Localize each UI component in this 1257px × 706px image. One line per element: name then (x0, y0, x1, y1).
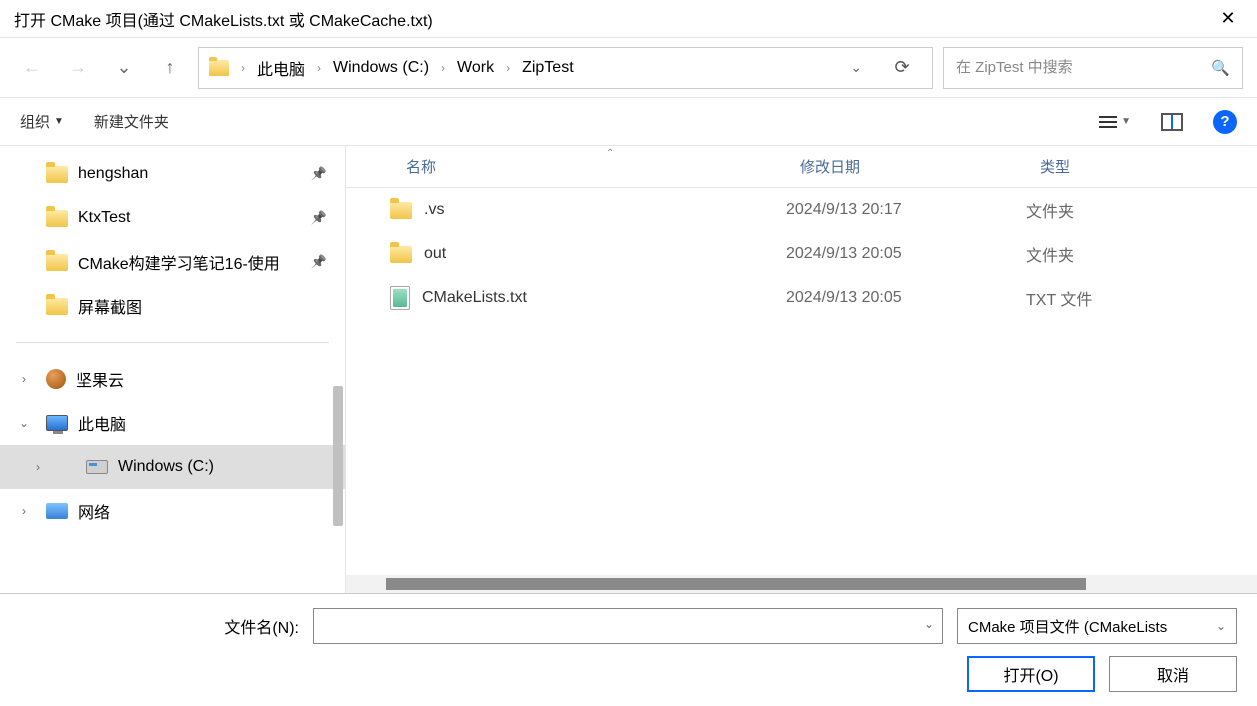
folder-icon (46, 254, 68, 271)
chevron-right-icon[interactable]: › (16, 504, 32, 518)
breadcrumb-item[interactable]: ZipTest (522, 59, 574, 77)
file-row[interactable]: CMakeLists.txt 2024/9/13 20:05 TXT 文件 (346, 276, 1257, 320)
preview-pane-toggle[interactable] (1161, 113, 1183, 131)
chevron-right-icon: › (506, 61, 510, 75)
dialog-title: 打开 CMake 项目(通过 CMakeLists.txt 或 CMakeCac… (14, 7, 1213, 31)
file-row[interactable]: out 2024/9/13 20:05 文件夹 (346, 232, 1257, 276)
folder-icon (46, 210, 68, 227)
file-list-pane: ⌃ 名称 修改日期 类型 .vs 2024/9/13 20:17 文件夹 out… (346, 146, 1257, 593)
sidebar-scrollbar[interactable] (333, 386, 343, 526)
chevron-right-icon[interactable]: › (16, 372, 32, 386)
sidebar-pinned-item[interactable]: KtxTest (0, 196, 345, 240)
help-button[interactable]: ? (1213, 110, 1237, 134)
folder-icon (390, 202, 412, 219)
sidebar-pinned-item[interactable]: CMake构建学习笔记16-使用 (0, 240, 345, 284)
chevron-down-icon[interactable]: ⌄ (16, 416, 32, 430)
chevron-right-icon[interactable]: › (30, 460, 46, 474)
sidebar-tree-item[interactable]: ›坚果云 (0, 357, 345, 401)
organize-menu[interactable]: 组织▼ (20, 111, 64, 132)
drive-icon (86, 460, 108, 474)
chevron-down-icon: ⌄ (1216, 619, 1226, 633)
network-icon (46, 503, 68, 519)
folder-icon (46, 166, 68, 183)
back-button[interactable]: ← (14, 50, 50, 86)
sidebar-tree-item[interactable]: ⌄此电脑 (0, 401, 345, 445)
chevron-right-icon: › (317, 61, 321, 75)
close-button[interactable]: ✕ (1213, 8, 1243, 29)
list-view-icon (1099, 116, 1117, 128)
filename-input-wrap: ⌄ (313, 608, 943, 644)
column-date[interactable]: 修改日期 (786, 156, 1026, 177)
folder-icon (46, 298, 68, 315)
scrollbar-thumb[interactable] (386, 578, 1086, 590)
navigation-sidebar: hengshan KtxTest CMake构建学习笔记16-使用 屏幕截图 ›… (0, 146, 346, 593)
column-headers: ⌃ 名称 修改日期 类型 (346, 146, 1257, 188)
up-button[interactable]: ↑ (152, 50, 188, 86)
filename-input[interactable] (322, 609, 934, 643)
divider (16, 342, 329, 343)
search-box[interactable]: 🔍 (943, 47, 1243, 89)
view-menu[interactable]: ▼ (1099, 116, 1131, 128)
sidebar-pinned-item[interactable]: hengshan (0, 152, 345, 196)
breadcrumb-item[interactable]: Windows (C:) (333, 59, 429, 77)
horizontal-scrollbar[interactable] (346, 575, 1257, 593)
cancel-button[interactable]: 取消 (1109, 656, 1237, 692)
chevron-right-icon: › (241, 61, 245, 75)
column-type[interactable]: 类型 (1026, 156, 1257, 177)
search-icon[interactable]: 🔍 (1211, 59, 1230, 77)
sidebar-tree-item[interactable]: ›网络 (0, 489, 345, 533)
toolbar: 组织▼ 新建文件夹 ▼ ? (0, 98, 1257, 146)
file-row[interactable]: .vs 2024/9/13 20:17 文件夹 (346, 188, 1257, 232)
new-folder-button[interactable]: 新建文件夹 (94, 111, 169, 132)
open-button[interactable]: 打开(O) (967, 656, 1095, 692)
forward-button[interactable]: → (60, 50, 96, 86)
recent-dropdown[interactable]: ⌄ (106, 50, 142, 86)
pc-icon (46, 415, 68, 431)
sidebar-tree-item-selected[interactable]: ›Windows (C:) (0, 445, 345, 489)
sort-indicator-icon: ⌃ (606, 148, 614, 159)
filename-label: 文件名(N): (224, 614, 299, 638)
navigation-bar: ← → ⌄ ↑ › 此电脑 › Windows (C:) › Work › Zi… (0, 38, 1257, 98)
column-name[interactable]: 名称 (346, 156, 786, 177)
file-list: .vs 2024/9/13 20:17 文件夹 out 2024/9/13 20… (346, 188, 1257, 575)
search-input[interactable] (956, 59, 1211, 76)
filetype-filter[interactable]: CMake 项目文件 (CMakeLists⌄ (957, 608, 1237, 644)
address-dropdown[interactable]: ⌄ (842, 59, 870, 76)
dialog-footer: 文件名(N): ⌄ CMake 项目文件 (CMakeLists⌄ 打开(O) … (0, 593, 1257, 706)
refresh-button[interactable]: ⟳ (882, 57, 922, 78)
filename-history-dropdown[interactable]: ⌄ (924, 617, 934, 631)
location-folder-icon (209, 60, 229, 76)
chevron-right-icon: › (441, 61, 445, 75)
sidebar-pinned-item[interactable]: 屏幕截图 (0, 284, 345, 328)
titlebar: 打开 CMake 项目(通过 CMakeLists.txt 或 CMakeCac… (0, 0, 1257, 38)
cloud-icon (46, 369, 66, 389)
folder-icon (390, 246, 412, 263)
text-file-icon (390, 286, 410, 310)
address-bar[interactable]: › 此电脑 › Windows (C:) › Work › ZipTest ⌄ … (198, 47, 933, 89)
breadcrumb-item[interactable]: Work (457, 59, 494, 77)
breadcrumb-item[interactable]: 此电脑 (257, 56, 305, 80)
